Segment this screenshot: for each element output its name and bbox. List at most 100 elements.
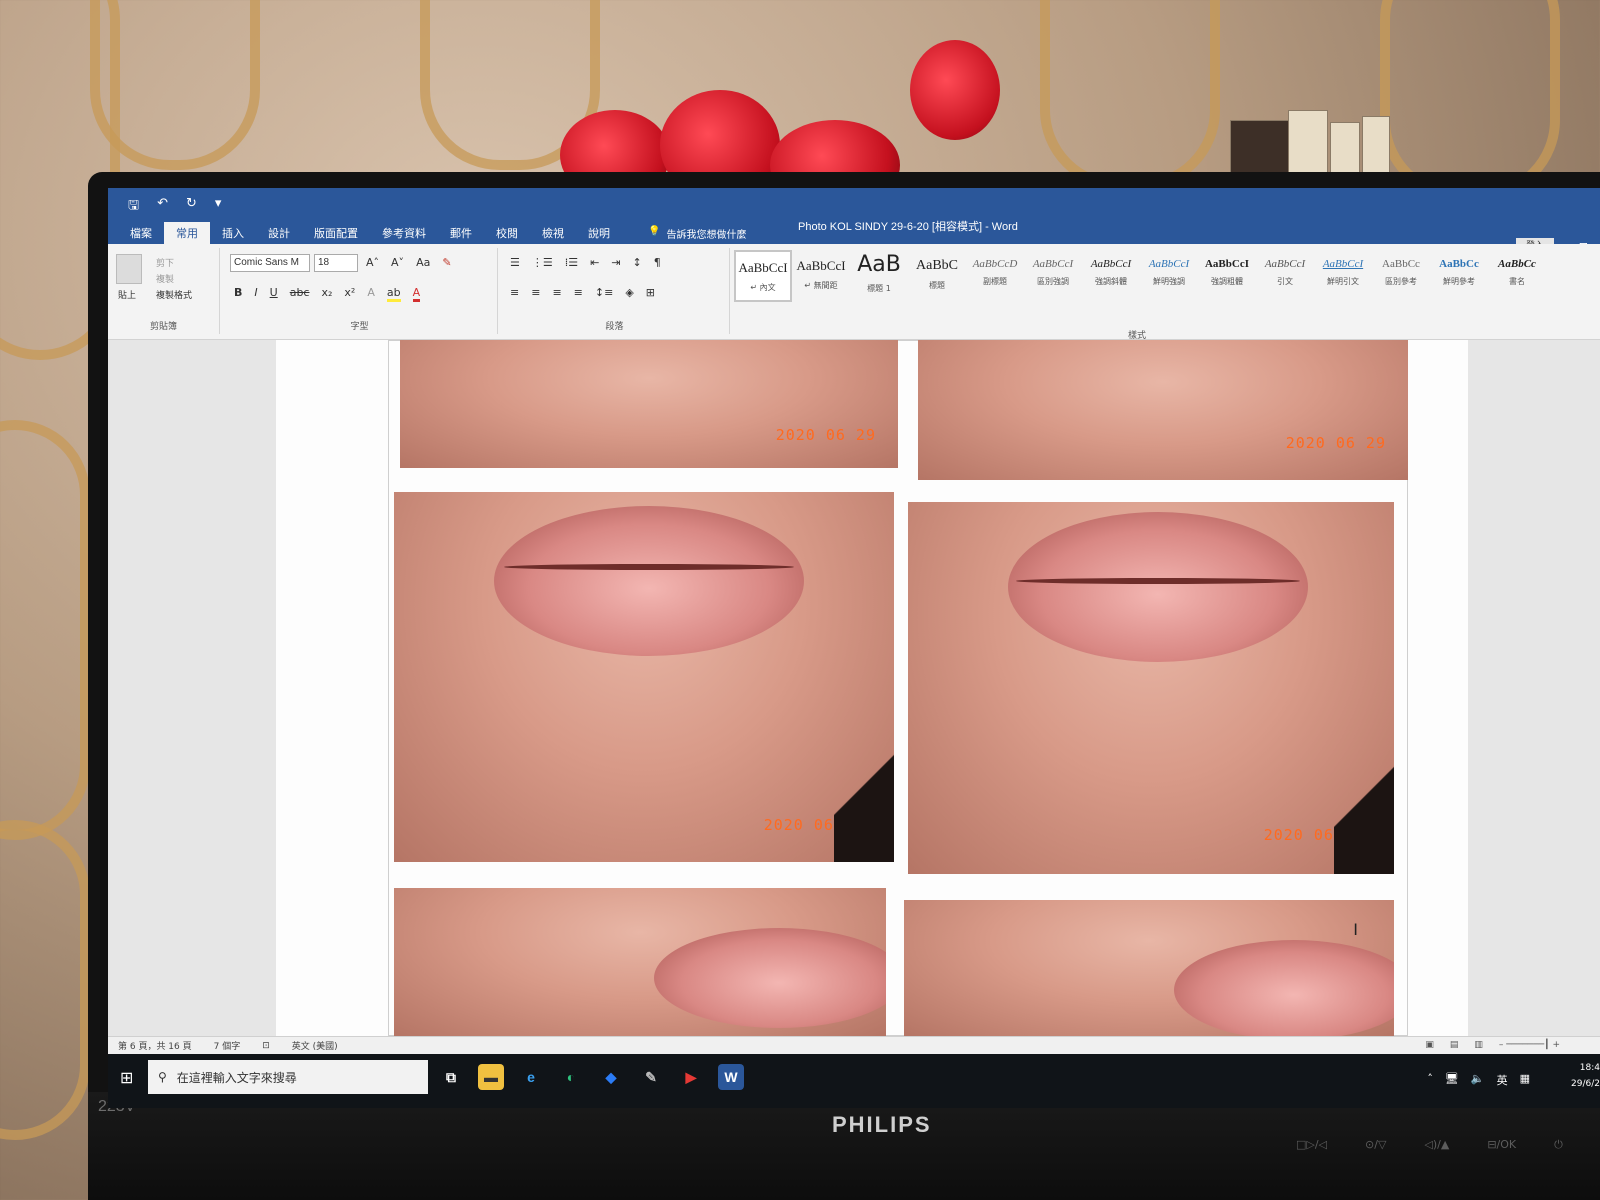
- text-effects-icon[interactable]: A: [367, 286, 375, 302]
- proofing-icon[interactable]: ⊡: [262, 1041, 270, 1051]
- italic-icon[interactable]: I: [254, 286, 257, 302]
- windows-taskbar: ⊞ ⚲ 在這裡輸入文字來搜尋 ⧉ ▬ e ◐ ◆ ✎ ▶ W ˄ 🖥 🔈 英 ▦…: [108, 1054, 1600, 1108]
- style-subtle-reference[interactable]: AaBbCc 區別參考: [1372, 250, 1430, 302]
- font-family-select[interactable]: Comic Sans M: [230, 254, 310, 272]
- bullets-icon[interactable]: ☰: [510, 256, 520, 269]
- cheek-photo[interactable]: 2020 06 29: [400, 340, 898, 468]
- task-view-icon[interactable]: ⧉: [438, 1064, 464, 1090]
- undo-icon[interactable]: ↶: [157, 196, 168, 218]
- style-strong[interactable]: AaBbCcI 強調粗體: [1198, 250, 1256, 302]
- align-center-icon[interactable]: ≡: [531, 286, 540, 299]
- style-book-title[interactable]: AaBbCc 書名: [1488, 250, 1546, 302]
- line-spacing-icon[interactable]: ↕≡: [595, 286, 613, 299]
- taskbar-search[interactable]: ⚲ 在這裡輸入文字來搜尋: [148, 1060, 428, 1094]
- copy-button[interactable]: 複製: [156, 272, 174, 285]
- tab-review[interactable]: 校閱: [484, 222, 530, 244]
- clock[interactable]: 18:4 29/6/2: [1540, 1060, 1600, 1092]
- superscript-icon[interactable]: x²: [344, 286, 355, 302]
- hw-ok-button[interactable]: ⊟/OK: [1487, 1138, 1516, 1152]
- style-emphasis[interactable]: AaBbCcI 強調斜體: [1082, 250, 1140, 302]
- style-intense-quote[interactable]: AaBbCcI 鮮明引文: [1314, 250, 1372, 302]
- input-language[interactable]: 英: [1497, 1072, 1508, 1088]
- hw-input-button[interactable]: □▷/◁: [1296, 1138, 1327, 1152]
- increase-indent-icon[interactable]: ⇥: [611, 256, 620, 269]
- style-quote[interactable]: AaBbCcI 引文: [1256, 250, 1314, 302]
- style-normal[interactable]: AaBbCcI ↵ 內文: [734, 250, 792, 302]
- tab-layout[interactable]: 版面配置: [302, 222, 370, 244]
- tab-file[interactable]: 檔案: [118, 222, 164, 244]
- document-page[interactable]: 2020 06 29 2020 06 29 2020 06 29 2020 06…: [276, 340, 1468, 1036]
- media-app-icon[interactable]: ▶: [678, 1064, 704, 1090]
- hw-menu-button[interactable]: ⊙/▽: [1365, 1138, 1386, 1152]
- font-color-icon[interactable]: A: [412, 286, 421, 302]
- sort-icon[interactable]: ↕: [633, 256, 642, 269]
- multilevel-list-icon[interactable]: ⁞☰: [565, 256, 578, 269]
- underline-icon[interactable]: U: [270, 286, 278, 302]
- paste-icon[interactable]: [116, 254, 142, 284]
- style-subtitle[interactable]: AaBbCcD 副標題: [966, 250, 1024, 302]
- decrease-indent-icon[interactable]: ⇤: [590, 256, 599, 269]
- language-indicator[interactable]: 英文 (美國): [292, 1039, 338, 1052]
- format-painter-button[interactable]: 複製格式: [156, 288, 192, 301]
- shading-icon[interactable]: ◈: [625, 286, 633, 299]
- tray-expand-icon[interactable]: ˄: [1427, 1072, 1433, 1088]
- word-count[interactable]: 7 個字: [214, 1039, 241, 1052]
- style-subtle-emphasis[interactable]: AaBbCcI 區別強調: [1024, 250, 1082, 302]
- justify-icon[interactable]: ≡: [574, 286, 583, 299]
- cut-button[interactable]: 剪下: [156, 256, 174, 269]
- hw-volume-button[interactable]: ◁)/▲: [1424, 1138, 1449, 1152]
- style-heading-1[interactable]: AaB 標題 1: [850, 250, 908, 302]
- volume-icon[interactable]: 🔈: [1471, 1072, 1485, 1088]
- tab-references[interactable]: 參考資料: [370, 222, 438, 244]
- numbering-icon[interactable]: ⋮☰: [532, 256, 553, 269]
- change-case-icon[interactable]: Aa: [416, 256, 430, 269]
- web-layout-icon[interactable]: ▥: [1474, 1040, 1483, 1050]
- style-no-spacing[interactable]: AaBbCcI ↵ 無間距: [792, 250, 850, 302]
- style-title[interactable]: AaBbC 標題: [908, 250, 966, 302]
- highlight-icon[interactable]: ab: [386, 286, 401, 302]
- network-icon[interactable]: 🖥: [1445, 1072, 1459, 1088]
- page-count[interactable]: 第 6 頁，共 16 頁: [118, 1039, 192, 1052]
- side-lips-photo[interactable]: [394, 888, 886, 1036]
- lips-chin-photo[interactable]: 2020 06 29: [394, 492, 894, 862]
- file-explorer-icon[interactable]: ▬: [478, 1064, 504, 1090]
- tab-home[interactable]: 常用: [164, 222, 210, 244]
- tab-help[interactable]: 說明: [576, 222, 622, 244]
- save-icon[interactable]: 🖫: [128, 196, 139, 218]
- word-icon[interactable]: W: [718, 1064, 744, 1090]
- clear-formatting-icon[interactable]: ✎: [442, 256, 451, 269]
- windows-start-icon[interactable]: ⊞: [120, 1068, 133, 1087]
- zoom-slider[interactable]: – ───────┃ +: [1499, 1040, 1560, 1050]
- style-intense-emphasis[interactable]: AaBbCcI 鮮明強調: [1140, 250, 1198, 302]
- dropbox-icon[interactable]: ◆: [598, 1064, 624, 1090]
- hw-power-button[interactable]: ⏻: [1554, 1138, 1563, 1152]
- bold-icon[interactable]: B: [234, 286, 242, 302]
- borders-icon[interactable]: ⊞: [646, 286, 655, 299]
- tab-mailings[interactable]: 郵件: [438, 222, 484, 244]
- subscript-icon[interactable]: x₂: [321, 286, 332, 302]
- cheek-photo[interactable]: 2020 06 29: [918, 340, 1408, 480]
- internet-explorer-icon[interactable]: e: [518, 1064, 544, 1090]
- side-lips-photo[interactable]: [904, 900, 1394, 1036]
- font-size-select[interactable]: 18: [314, 254, 358, 272]
- redo-icon[interactable]: ↻: [186, 196, 197, 218]
- paste-button[interactable]: 貼上: [118, 288, 136, 301]
- print-layout-icon[interactable]: ▤: [1450, 1040, 1459, 1050]
- app-icon[interactable]: ✎: [638, 1064, 664, 1090]
- strikethrough-icon[interactable]: abc: [290, 286, 310, 302]
- tab-view[interactable]: 檢視: [530, 222, 576, 244]
- customize-qat-icon[interactable]: ▾: [215, 196, 222, 218]
- grow-font-icon[interactable]: A˄: [366, 256, 379, 269]
- style-intense-reference[interactable]: AaBbCc 鮮明參考: [1430, 250, 1488, 302]
- tab-insert[interactable]: 插入: [210, 222, 256, 244]
- read-mode-icon[interactable]: ▣: [1425, 1040, 1434, 1050]
- edge-icon[interactable]: ◐: [558, 1064, 584, 1090]
- ime-icon[interactable]: ▦: [1520, 1072, 1530, 1088]
- align-left-icon[interactable]: ≡: [510, 286, 519, 299]
- tab-design[interactable]: 設計: [256, 222, 302, 244]
- align-right-icon[interactable]: ≡: [552, 286, 561, 299]
- tell-me-box[interactable]: 💡 告訴我您想做什麼: [642, 223, 752, 244]
- show-marks-icon[interactable]: ¶: [654, 256, 661, 269]
- shrink-font-icon[interactable]: A˅: [391, 256, 404, 269]
- lips-chin-photo[interactable]: 2020 06 29: [908, 502, 1394, 874]
